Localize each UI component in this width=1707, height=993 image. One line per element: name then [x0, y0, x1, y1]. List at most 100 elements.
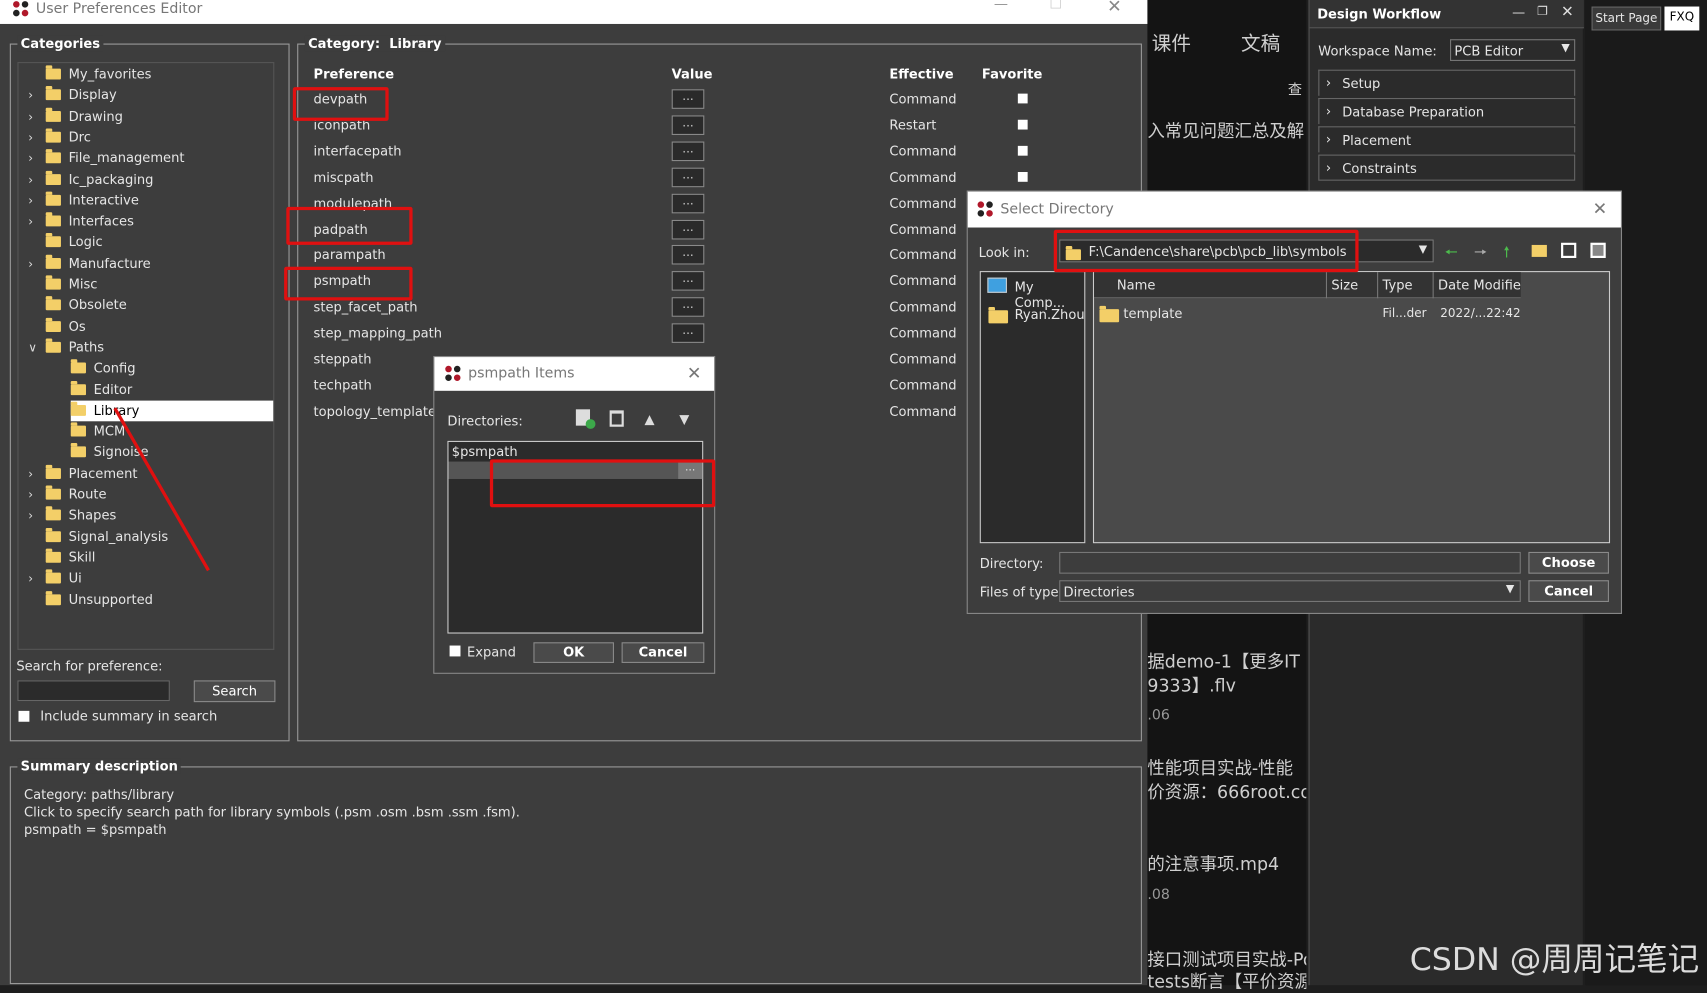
pref-value-button[interactable]: ... — [671, 167, 705, 187]
place-user[interactable]: Ryan.Zhou — [984, 303, 1085, 327]
favorite-checkbox[interactable] — [1017, 119, 1028, 130]
favorite-checkbox[interactable] — [1017, 145, 1028, 156]
pref-value-button[interactable]: ... — [671, 193, 705, 213]
chevron-right-icon[interactable]: › — [28, 127, 33, 148]
place-my-computer[interactable]: My Comp... — [984, 275, 1082, 310]
tree-item-drc[interactable]: › Drc — [28, 127, 91, 148]
chevron-right-icon[interactable]: › — [28, 190, 33, 211]
chevron-right-icon[interactable]: › — [28, 106, 33, 127]
tree-item-editor[interactable]: Editor — [70, 379, 132, 400]
chevron-right-icon[interactable]: › — [28, 568, 33, 589]
detail-view-icon[interactable] — [1590, 242, 1606, 258]
pref-value-button[interactable]: ... — [671, 219, 705, 239]
chevron-right-icon[interactable]: › — [28, 505, 33, 526]
tree-item-shapes[interactable]: › Shapes — [28, 505, 117, 526]
cancel-button[interactable]: Cancel — [1528, 580, 1609, 602]
bg-text: 据demo-1【更多IT — [1147, 650, 1300, 672]
tree-item-ic_packaging[interactable]: › Ic_packaging — [28, 169, 153, 190]
col-size[interactable]: Size — [1331, 278, 1358, 293]
favorite-checkbox[interactable] — [1017, 93, 1028, 104]
workflow-item-label: Placement — [1342, 132, 1412, 149]
include-summary-checkbox[interactable] — [18, 710, 30, 722]
workspace-select[interactable]: PCB Editor ▼ — [1450, 39, 1576, 61]
tree-item-manufacture[interactable]: › Manufacture — [28, 253, 151, 274]
tree-item-placement[interactable]: › Placement — [28, 463, 137, 484]
tree-item-unsupported[interactable]: Unsupported — [45, 589, 153, 610]
search-button[interactable]: Search — [193, 680, 276, 703]
pref-value-button[interactable]: ... — [671, 323, 705, 344]
list-item[interactable]: $psmpath — [452, 444, 518, 459]
chevron-right-icon[interactable]: › — [28, 169, 33, 190]
maximize-icon[interactable]: ☐ — [1049, 0, 1062, 13]
move-up-icon[interactable]: ▲ — [644, 411, 654, 426]
tree-item-signal_analysis[interactable]: Signal_analysis — [45, 526, 168, 547]
tree-item-library[interactable]: Library — [70, 400, 274, 422]
tree-item-my_favorites[interactable]: My_favorites — [45, 64, 151, 85]
tree-item-mcm[interactable]: MCM — [70, 421, 125, 442]
folder-icon — [45, 65, 61, 80]
up-folder-icon[interactable]: 🠕 — [1503, 241, 1510, 267]
move-down-icon[interactable]: ▼ — [679, 411, 689, 426]
restore-icon[interactable]: ❐ — [1537, 4, 1548, 18]
minimize-icon[interactable]: — — [994, 0, 1008, 13]
chevron-right-icon[interactable]: › — [28, 211, 33, 232]
chevron-right-icon[interactable]: › — [28, 463, 33, 484]
new-folder-icon[interactable] — [1531, 244, 1547, 257]
search-input[interactable] — [17, 680, 170, 702]
pref-value-button[interactable]: ... — [671, 115, 705, 135]
close-icon[interactable]: ✕ — [1107, 0, 1122, 16]
choose-button[interactable]: Choose — [1528, 551, 1609, 574]
list-view-icon[interactable] — [1561, 242, 1577, 258]
tree-item-ui[interactable]: › Ui — [28, 568, 82, 589]
workflow-item-setup[interactable]: › Setup — [1318, 69, 1576, 96]
close-icon[interactable]: ✕ — [687, 363, 702, 384]
chevron-right-icon[interactable]: › — [28, 148, 33, 169]
ok-button[interactable]: OK — [533, 642, 614, 663]
pref-value-button[interactable]: ... — [671, 297, 705, 317]
pref-value-button[interactable]: ... — [671, 141, 705, 161]
delete-icon[interactable] — [609, 410, 624, 427]
tree-item-route[interactable]: › Route — [28, 484, 107, 505]
chevron-down-icon[interactable]: ∨ — [28, 337, 37, 358]
back-icon[interactable]: 🠔 — [1445, 241, 1458, 267]
workflow-item-placement[interactable]: › Placement — [1318, 126, 1576, 153]
tree-item-interfaces[interactable]: › Interfaces — [28, 211, 134, 232]
tree-item-paths[interactable]: ∨ Paths — [28, 337, 104, 358]
tree-item-interactive[interactable]: › Interactive — [28, 190, 139, 211]
file-row[interactable]: template Fil...der 2022/...22:42 — [1094, 303, 1521, 325]
close-icon[interactable]: ✕ — [1593, 198, 1608, 219]
tree-item-skill[interactable]: Skill — [45, 547, 95, 568]
tree-item-misc[interactable]: Misc — [45, 274, 97, 295]
forward-icon[interactable]: 🠖 — [1474, 241, 1487, 267]
cancel-button[interactable]: Cancel — [621, 642, 705, 663]
tree-item-display[interactable]: › Display — [28, 85, 117, 106]
col-name[interactable]: Name — [1117, 278, 1156, 293]
expand-checkbox[interactable] — [449, 645, 461, 657]
minimize-icon[interactable]: — — [1512, 4, 1525, 19]
pref-value-button[interactable]: ... — [671, 89, 705, 109]
chevron-right-icon[interactable]: › — [28, 484, 33, 505]
col-date[interactable]: Date Modifiec — [1438, 278, 1521, 293]
tree-item-file_management[interactable]: › File_management — [28, 148, 184, 169]
workflow-item-database-preparation[interactable]: › Database Preparation — [1318, 97, 1576, 125]
tree-item-drawing[interactable]: › Drawing — [28, 106, 123, 127]
col-type[interactable]: Type — [1383, 278, 1413, 293]
chevron-right-icon[interactable]: › — [28, 253, 33, 274]
workflow-item-constraints[interactable]: › Constraints — [1318, 154, 1576, 181]
tree-item-logic[interactable]: Logic — [45, 232, 103, 253]
favorite-checkbox[interactable] — [1017, 171, 1028, 182]
new-folder-icon[interactable] — [575, 409, 596, 429]
close-icon[interactable]: ✕ — [1561, 3, 1574, 20]
files-type-select[interactable]: Directories ▼ — [1059, 580, 1521, 602]
directory-input[interactable] — [1059, 551, 1521, 574]
pref-value-button[interactable]: ... — [671, 271, 705, 291]
tree-item-os[interactable]: Os — [45, 316, 86, 337]
tree-item-config[interactable]: Config — [70, 358, 136, 379]
pref-effective: Command — [889, 143, 957, 159]
pref-name-steppath: steppath — [313, 351, 372, 367]
tab-start-page[interactable]: Start Page — [1591, 6, 1662, 31]
tab-fxq[interactable]: FXQ — [1664, 6, 1700, 31]
pref-value-button[interactable]: ... — [671, 245, 705, 265]
tree-item-obsolete[interactable]: Obsolete — [45, 295, 127, 316]
chevron-right-icon[interactable]: › — [28, 85, 33, 106]
